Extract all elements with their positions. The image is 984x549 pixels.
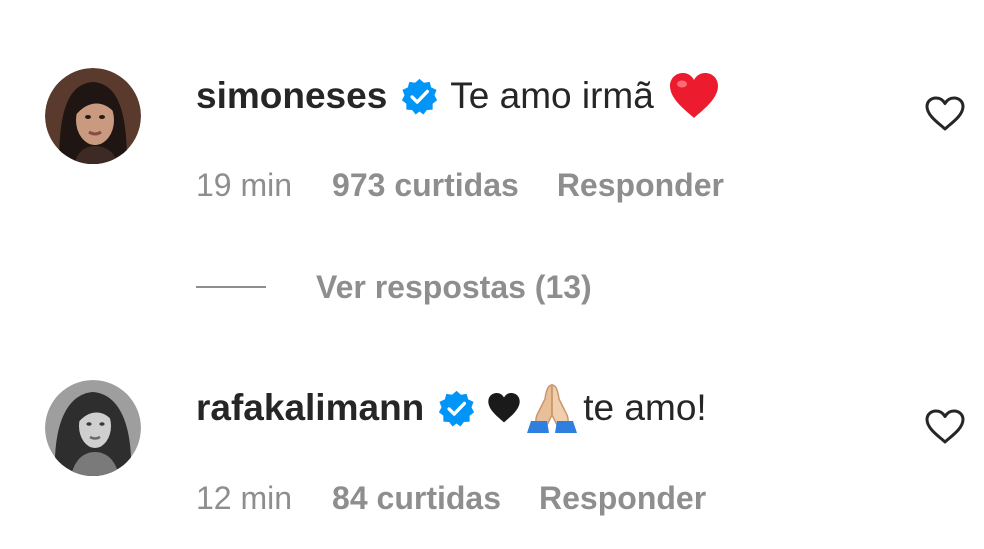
reply-button[interactable]: Responder — [557, 167, 724, 204]
comment-meta: 19 min 973 curtidas Responder — [196, 163, 724, 207]
comment-body: rafakalimann te amo! — [196, 380, 707, 436]
divider — [196, 286, 266, 288]
black-heart-icon — [487, 392, 521, 424]
red-heart-icon — [668, 72, 720, 120]
avatar-icon — [45, 68, 141, 164]
comment-text: te amo! — [583, 387, 707, 428]
comment-item: simoneses Te amo irmã 19 min 973 curtida… — [0, 0, 984, 250]
reply-button[interactable]: Responder — [539, 480, 706, 517]
view-replies-label: Ver respostas (13) — [316, 268, 592, 305]
comment-body: simoneses Te amo irmã — [196, 68, 720, 124]
verified-badge-icon — [402, 78, 438, 114]
comment-text: Te amo irmã — [450, 75, 654, 116]
avatar[interactable] — [45, 380, 141, 476]
comment-username[interactable]: simoneses — [196, 75, 387, 117]
comment-time[interactable]: 19 min — [196, 167, 292, 204]
comment-likes[interactable]: 973 curtidas — [332, 167, 519, 204]
avatar-icon — [45, 380, 141, 476]
like-button[interactable] — [924, 408, 966, 446]
verified-badge-icon — [439, 390, 475, 426]
folded-hands-icon — [523, 381, 581, 435]
comment-item: rafakalimann te amo! 12 min 84 curtidas … — [0, 318, 984, 549]
like-button[interactable] — [924, 95, 966, 133]
view-replies-button[interactable]: Ver respostas (13) — [196, 264, 592, 310]
heart-outline-icon — [925, 96, 965, 131]
heart-outline-icon — [925, 409, 965, 444]
comment-time[interactable]: 12 min — [196, 480, 292, 517]
avatar[interactable] — [45, 68, 141, 164]
comment-likes[interactable]: 84 curtidas — [332, 480, 501, 517]
comment-meta: 12 min 84 curtidas Responder — [196, 476, 706, 520]
comment-username[interactable]: rafakalimann — [196, 387, 424, 429]
